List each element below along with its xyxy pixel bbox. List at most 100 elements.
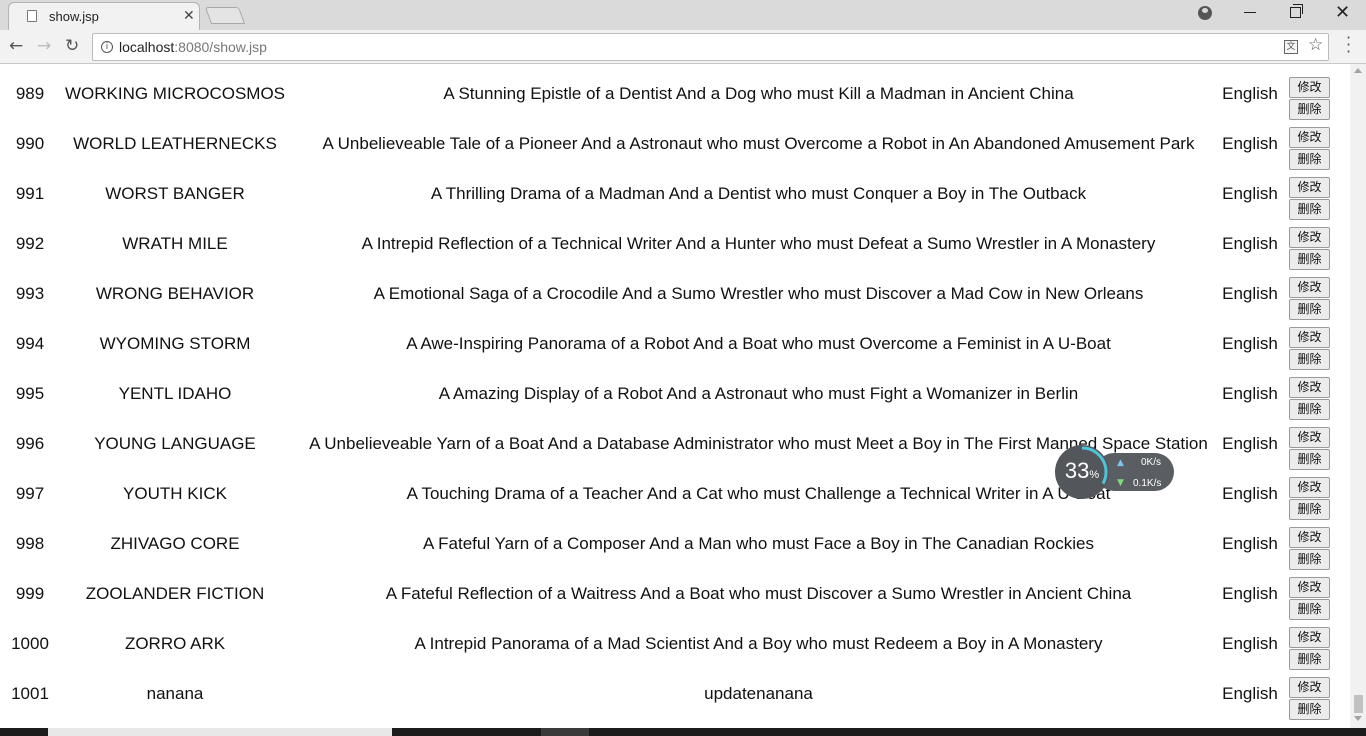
edit-button[interactable]: 修改 xyxy=(1289,177,1330,198)
table-row: 1001 nanana updatenanana English 修改 删除 xyxy=(0,669,1350,720)
tab-strip: show.jsp ✕ ✕ xyxy=(0,0,1366,30)
film-id: 990 xyxy=(15,134,45,153)
film-id: 996 xyxy=(15,434,45,453)
edit-button[interactable]: 修改 xyxy=(1289,627,1330,648)
scrollbar-thumb[interactable] xyxy=(1354,695,1363,713)
delete-button[interactable]: 删除 xyxy=(1289,249,1330,270)
edit-button[interactable]: 修改 xyxy=(1289,477,1330,498)
edit-button[interactable]: 修改 xyxy=(1289,577,1330,598)
delete-button[interactable]: 删除 xyxy=(1289,299,1330,320)
delete-button[interactable]: 删除 xyxy=(1289,599,1330,620)
film-language: English xyxy=(1222,184,1278,203)
film-language: English xyxy=(1222,134,1278,153)
taskbar xyxy=(0,728,1366,736)
close-tab-icon[interactable]: ✕ xyxy=(183,8,195,24)
film-id: 992 xyxy=(15,234,45,253)
film-id: 998 xyxy=(15,534,45,553)
film-description: A Intrepid Reflection of a Technical Wri… xyxy=(361,234,1156,253)
film-description: A Fateful Reflection of a Waitress And a… xyxy=(385,584,1132,603)
new-tab-button[interactable] xyxy=(204,7,246,24)
edit-button[interactable]: 修改 xyxy=(1289,127,1330,148)
upload-arrow-icon: ▲ xyxy=(1117,458,1124,468)
film-table: 989 WORKING MICROCOSMOS A Stunning Epistle… xyxy=(0,64,1350,728)
network-speed-widget[interactable]: 33% ▲ ▼ 0K/s 0.1K/s xyxy=(1055,445,1174,499)
film-description: A Unbelieveable Tale of a Pioneer And a … xyxy=(322,134,1195,153)
delete-button[interactable]: 删除 xyxy=(1289,199,1330,220)
film-id: 997 xyxy=(15,484,45,503)
film-description: A Emotional Saga of a Crocodile And a Su… xyxy=(373,284,1144,303)
table-row: 995 YENTL IDAHO A Amazing Display of a Rob… xyxy=(0,369,1350,420)
restore-icon[interactable] xyxy=(1290,4,1303,18)
film-id: 999 xyxy=(15,584,45,603)
film-language: English xyxy=(1222,534,1278,553)
delete-button[interactable]: 删除 xyxy=(1289,349,1330,370)
film-language: English xyxy=(1222,484,1278,503)
delete-button[interactable]: 删除 xyxy=(1289,549,1330,570)
edit-button[interactable]: 修改 xyxy=(1289,77,1330,98)
download-arrow-icon: ▼ xyxy=(1117,478,1124,488)
forward-arrow-icon[interactable]: → xyxy=(37,36,51,56)
reload-icon[interactable]: ↻ xyxy=(65,36,79,56)
info-icon[interactable]: i xyxy=(101,41,113,53)
film-title: YOUNG LANGUAGE xyxy=(94,434,256,453)
scroll-up-icon[interactable] xyxy=(1354,68,1362,73)
table-row: 989 WORKING MICROCOSMOS A Stunning Epistle… xyxy=(0,69,1350,120)
film-title: WORST BANGER xyxy=(105,184,245,203)
film-language: English xyxy=(1222,684,1278,703)
film-description: updatenanana xyxy=(704,684,813,703)
load-percent: 33% xyxy=(1064,458,1100,483)
delete-button[interactable]: 删除 xyxy=(1289,399,1330,420)
translate-icon[interactable]: 文 xyxy=(1284,40,1298,54)
taskbar-active-item[interactable] xyxy=(48,728,392,736)
browser-toolbar: ← → ↻ i localhost:8080/show.jsp 文 ☆ · · · xyxy=(0,30,1366,64)
film-description: A Fateful Yarn of a Composer And a Man w… xyxy=(423,534,1094,553)
table-row: 1000 ZORRO ARK A Intrepid Panorama of a Ma… xyxy=(0,619,1350,670)
edit-button[interactable]: 修改 xyxy=(1289,377,1330,398)
film-id: 994 xyxy=(15,334,45,353)
browser-tab[interactable]: show.jsp ✕ xyxy=(8,2,200,30)
edit-button[interactable]: 修改 xyxy=(1289,527,1330,548)
delete-button[interactable]: 删除 xyxy=(1289,149,1330,170)
film-title: WRONG BEHAVIOR xyxy=(95,284,255,303)
film-id: 991 xyxy=(15,184,45,203)
edit-button[interactable]: 修改 xyxy=(1289,677,1330,698)
delete-button[interactable]: 删除 xyxy=(1289,499,1330,520)
delete-button[interactable]: 删除 xyxy=(1289,649,1330,670)
film-language: English xyxy=(1222,584,1278,603)
vertical-scrollbar[interactable] xyxy=(1350,64,1366,728)
film-title: ZOOLANDER FICTION xyxy=(85,584,265,603)
film-description: A Thrilling Drama of a Madman And a Dent… xyxy=(430,184,1087,203)
film-language: English xyxy=(1222,384,1278,403)
close-window-icon[interactable]: ✕ xyxy=(1335,2,1350,23)
film-language: English xyxy=(1222,334,1278,353)
film-language: English xyxy=(1222,284,1278,303)
upload-speed: 0K/s xyxy=(1141,457,1162,468)
film-title: YOUTH KICK xyxy=(123,484,227,503)
edit-button[interactable]: 修改 xyxy=(1289,227,1330,248)
delete-button[interactable]: 删除 xyxy=(1289,699,1330,720)
edit-button[interactable]: 修改 xyxy=(1289,277,1330,298)
back-arrow-icon[interactable]: ← xyxy=(9,36,23,56)
film-title: WORKING MICROCOSMOS xyxy=(64,84,286,103)
edit-button[interactable]: 修改 xyxy=(1289,327,1330,348)
profile-icon[interactable] xyxy=(1198,6,1212,20)
bookmark-star-icon[interactable]: ☆ xyxy=(1308,35,1323,55)
film-description: A Intrepid Panorama of a Mad Scientist A… xyxy=(414,634,1103,653)
address-bar[interactable]: i localhost:8080/show.jsp 文 ☆ xyxy=(92,33,1329,61)
menu-icon[interactable]: · · · xyxy=(1346,30,1351,60)
url-text[interactable]: localhost:8080/show.jsp xyxy=(119,39,267,55)
page-icon xyxy=(27,10,37,22)
minimize-icon[interactable] xyxy=(1244,12,1256,13)
edit-button[interactable]: 修改 xyxy=(1289,427,1330,448)
taskbar-item[interactable] xyxy=(541,728,589,736)
scroll-down-icon[interactable] xyxy=(1354,716,1362,721)
film-language: English xyxy=(1222,434,1278,453)
download-speed: 0.1K/s xyxy=(1133,478,1162,489)
film-id: 993 xyxy=(15,284,45,303)
table-row: 993 WRONG BEHAVIOR A Emotional Saga of a C… xyxy=(0,269,1350,320)
delete-button[interactable]: 删除 xyxy=(1289,449,1330,470)
film-title: WYOMING STORM xyxy=(99,334,251,353)
table-row: 999 ZOOLANDER FICTION A Fateful Reflection… xyxy=(0,569,1350,620)
film-language: English xyxy=(1222,84,1278,103)
delete-button[interactable]: 删除 xyxy=(1289,99,1330,120)
